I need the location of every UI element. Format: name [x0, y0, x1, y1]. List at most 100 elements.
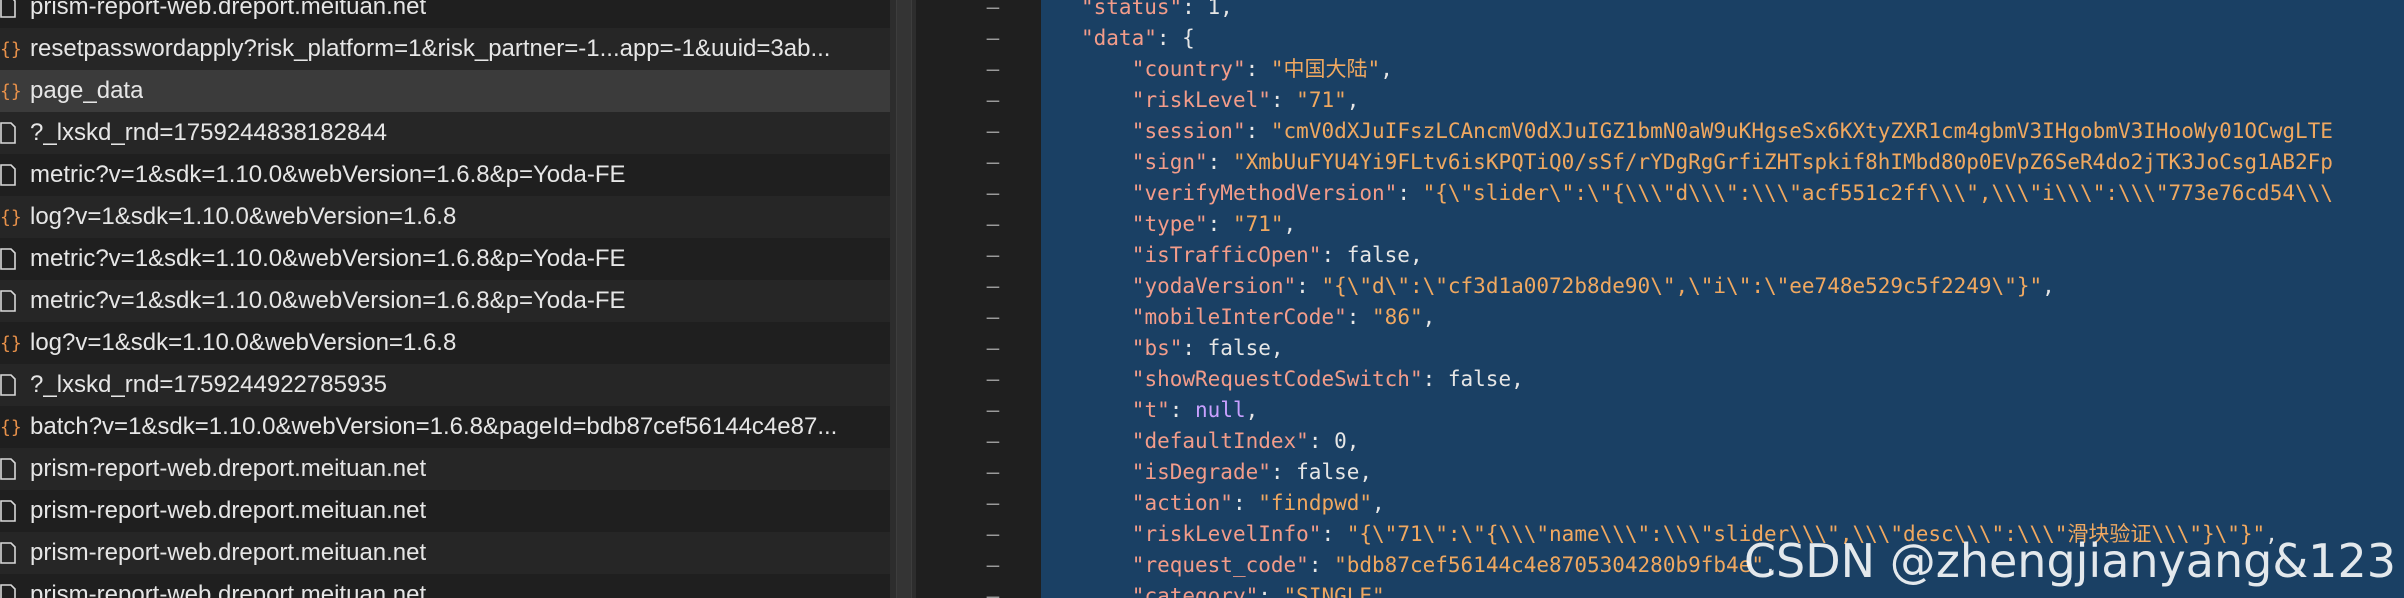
- json-punct: : {: [1156, 26, 1195, 50]
- panel-splitter[interactable]: [890, 0, 916, 598]
- request-row[interactable]: {} log?v=1&sdk=1.10.0&webVersion=1.6.8: [0, 196, 890, 238]
- json-punct: : false,: [1270, 460, 1373, 484]
- response-preview-panel: – "status": 1, – "data": {– "country": "中国大陆…: [916, 0, 2404, 598]
- json-line: – "status": 1,: [916, 0, 2404, 23]
- request-row[interactable]: prism-report-web.dreport.meituan.net: [0, 532, 890, 574]
- json-key: "riskLevel": [1131, 88, 1271, 112]
- json-line: – "showRequestCodeSwitch": false,: [916, 364, 2404, 395]
- collapse-marker[interactable]: –: [985, 457, 1001, 488]
- collapse-marker[interactable]: –: [985, 581, 1001, 598]
- collapse-marker[interactable]: –: [985, 550, 1001, 581]
- json-key: "type": [1131, 212, 1208, 236]
- request-name: metric?v=1&sdk=1.10.0&webVersion=1.6.8&p…: [30, 245, 626, 272]
- json-key: "action": [1131, 491, 1233, 515]
- json-line-content: "country": "中国大陆",: [1132, 54, 1393, 85]
- xhr-icon: {}: [0, 36, 24, 62]
- collapse-marker[interactable]: –: [985, 85, 1001, 116]
- json-punct: :: [1232, 491, 1259, 515]
- json-line: – "defaultIndex": 0,: [916, 426, 2404, 457]
- request-name: log?v=1&sdk=1.10.0&webVersion=1.6.8: [30, 203, 457, 230]
- json-punct: :: [1245, 119, 1271, 143]
- svg-text:{}: {}: [0, 39, 22, 60]
- json-line-content: "riskLevel": "71",: [1132, 85, 1360, 116]
- json-null: null: [1195, 398, 1246, 422]
- json-key: "showRequestCodeSwitch": [1131, 367, 1423, 391]
- request-name: prism-report-web.dreport.meituan.net: [30, 581, 427, 598]
- json-key: "status": [1081, 0, 1183, 19]
- document-icon: [0, 582, 24, 598]
- collapse-marker[interactable]: –: [985, 333, 1001, 364]
- collapse-marker[interactable]: –: [985, 302, 1001, 333]
- request-name: resetpasswordapply?risk_platform=1&risk_…: [30, 35, 831, 62]
- json-string: "71": [1232, 212, 1284, 236]
- json-key: "data": [1081, 26, 1157, 50]
- json-line-content: "mobileInterCode": "86",: [1132, 302, 1435, 333]
- collapse-marker[interactable]: –: [985, 116, 1001, 147]
- collapse-marker[interactable]: –: [985, 240, 1001, 271]
- json-line-content: "verifyMethodVersion": "{\"slider\":\"{\…: [1132, 178, 2333, 209]
- collapse-marker[interactable]: –: [985, 488, 1001, 519]
- json-key: "t": [1131, 398, 1170, 422]
- request-row[interactable]: ?_lxskd_rnd=1759244838182844: [0, 112, 890, 154]
- request-name: metric?v=1&sdk=1.10.0&webVersion=1.6.8&p…: [30, 161, 626, 188]
- collapse-marker[interactable]: –: [985, 178, 1001, 209]
- svg-text:{}: {}: [0, 333, 22, 354]
- collapse-marker[interactable]: –: [985, 519, 1001, 550]
- json-line-content: "sign": "XmbUuFYU4Yi9FLtv6isKPQTiQ0/sSf/…: [1132, 147, 2333, 178]
- json-line-content: "showRequestCodeSwitch": false,: [1132, 364, 1524, 395]
- request-row[interactable]: metric?v=1&sdk=1.10.0&webVersion=1.6.8&p…: [0, 280, 890, 322]
- request-row[interactable]: {} resetpasswordapply?risk_platform=1&ris…: [0, 28, 890, 70]
- document-icon: [0, 162, 24, 188]
- collapse-marker[interactable]: –: [985, 426, 1001, 457]
- json-punct: ,: [2042, 274, 2055, 298]
- splitter-handle[interactable]: [896, 0, 912, 598]
- json-string: "findpwd": [1258, 491, 1373, 515]
- collapse-marker[interactable]: –: [985, 54, 1001, 85]
- xhr-icon: {}: [0, 204, 24, 230]
- json-line-content: "category": "SINGLE",: [1132, 581, 1398, 598]
- request-row[interactable]: prism-report-web.dreport.meituan.net: [0, 448, 890, 490]
- collapse-marker[interactable]: –: [985, 364, 1001, 395]
- json-line: – "action": "findpwd",: [916, 488, 2404, 519]
- json-line: – "country": "中国大陆",: [916, 54, 2404, 85]
- document-icon: [0, 246, 24, 272]
- request-row[interactable]: metric?v=1&sdk=1.10.0&webVersion=1.6.8&p…: [0, 154, 890, 196]
- request-row[interactable]: metric?v=1&sdk=1.10.0&webVersion=1.6.8&p…: [0, 238, 890, 280]
- request-name: page_data: [30, 77, 144, 104]
- request-row[interactable]: ?_lxskd_rnd=1759244922785935: [0, 364, 890, 406]
- json-key: "verifyMethodVersion": [1131, 181, 1398, 205]
- json-line: – "sign": "XmbUuFYU4Yi9FLtv6isKPQTiQ0/sSf…: [916, 147, 2404, 178]
- json-key: "defaultIndex": [1131, 429, 1309, 453]
- json-line: – "session": "cmV0dXJuIFszLCAncmV0dXJuIGZ…: [916, 116, 2404, 147]
- json-punct: : false,: [1321, 243, 1423, 267]
- collapse-marker[interactable]: –: [985, 147, 1001, 178]
- collapse-marker[interactable]: –: [985, 209, 1001, 240]
- json-key: "category": [1131, 584, 1259, 598]
- json-punct: :: [1321, 522, 1347, 546]
- request-row[interactable]: prism-report-web.dreport.meituan.net: [0, 490, 890, 532]
- collapse-marker[interactable]: –: [985, 23, 1001, 54]
- request-row[interactable]: prism-report-web.dreport.meituan.net: [0, 574, 890, 598]
- request-row[interactable]: {} batch?v=1&sdk=1.10.0&webVersion=1.6.8&…: [0, 406, 890, 448]
- json-line: – "isDegrade": false,: [916, 457, 2404, 488]
- json-string: "86": [1372, 305, 1423, 329]
- json-line-content: "t": null,: [1132, 395, 1258, 426]
- xhr-icon: {}: [0, 414, 24, 440]
- request-row[interactable]: {} page_data: [0, 70, 890, 112]
- json-string: "71": [1296, 88, 1347, 112]
- json-punct: : false,: [1182, 336, 1284, 360]
- request-name: batch?v=1&sdk=1.10.0&webVersion=1.6.8&pa…: [30, 413, 838, 440]
- json-key: "session": [1131, 119, 1246, 143]
- json-punct: : 0,: [1308, 429, 1360, 453]
- request-name: prism-report-web.dreport.meituan.net: [30, 0, 427, 20]
- json-string: "{\"slider\":\"{\\\"d\\\":\\\"acf551c2ff…: [1422, 181, 2333, 205]
- json-line-content: "defaultIndex": 0,: [1132, 426, 1360, 457]
- json-line: – "type": "71",: [916, 209, 2404, 240]
- collapse-marker[interactable]: –: [985, 271, 1001, 302]
- json-punct: :: [1207, 150, 1233, 174]
- collapse-marker[interactable]: –: [985, 0, 1001, 23]
- request-row[interactable]: prism-report-web.dreport.meituan.net: [0, 0, 890, 28]
- request-row[interactable]: {} log?v=1&sdk=1.10.0&webVersion=1.6.8: [0, 322, 890, 364]
- request-name: ?_lxskd_rnd=1759244838182844: [30, 119, 387, 146]
- collapse-marker[interactable]: –: [985, 395, 1001, 426]
